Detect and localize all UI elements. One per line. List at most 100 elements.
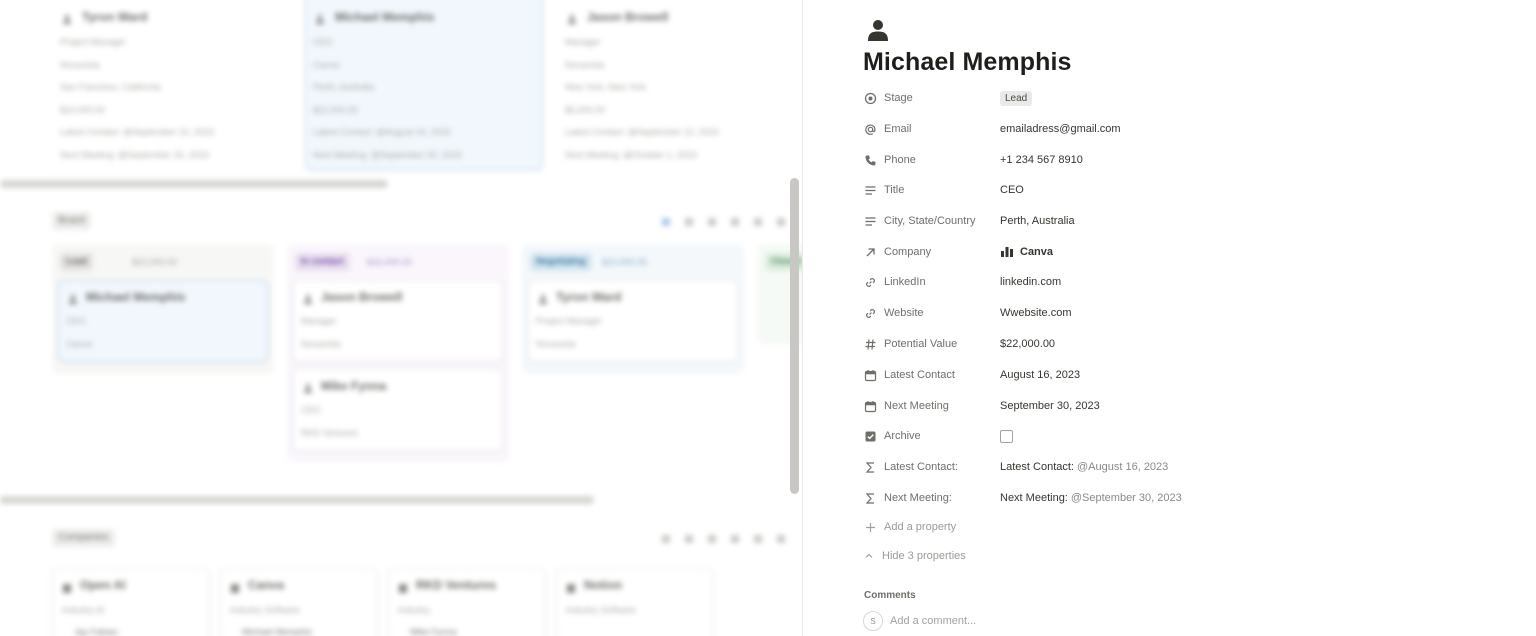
property-row-latest_contact[interactable]: Latest Contact August 16, 2023 (863, 363, 1503, 387)
property-name-potential_value[interactable]: Potential Value (863, 337, 1000, 351)
date-mention[interactable]: @August 16, 2023 (1077, 461, 1168, 473)
toolbar-icon[interactable] (685, 218, 693, 226)
comment-composer[interactable]: S Add a comment... (863, 611, 976, 631)
property-row-archive[interactable]: Archive (863, 424, 1503, 448)
archive-checkbox[interactable] (1000, 429, 1013, 443)
horizontal-scrollbar[interactable] (0, 496, 594, 504)
comment-input[interactable]: Add a comment... (890, 615, 976, 627)
toolbar-icon[interactable] (731, 218, 739, 226)
board-card-line: RKD Ventures (301, 428, 359, 438)
company-link[interactable]: Canva (1020, 246, 1053, 258)
property-row-stage[interactable]: Stage Lead (863, 86, 1503, 110)
property-name-phone[interactable]: Phone (863, 153, 1000, 167)
property-row-company[interactable]: Company Canva (863, 240, 1503, 264)
column-status-chip[interactable]: Negotiating (530, 253, 592, 271)
toolbar-icon[interactable] (708, 535, 716, 543)
toolbar-icon[interactable] (731, 535, 739, 543)
toolbar-icon[interactable] (754, 218, 762, 226)
column-status-chip[interactable]: Lead (60, 253, 94, 271)
board-card-name: Jason Browell (321, 290, 403, 304)
person-icon[interactable] (865, 17, 891, 43)
property-value-email[interactable]: emailadress@gmail.com (1000, 123, 1121, 135)
page-title[interactable]: Michael Memphis (863, 48, 1072, 77)
property-row-city[interactable]: City, State/Country Perth, Australia (863, 209, 1503, 233)
property-name-next_meeting_formula[interactable]: Next Meeting: (863, 491, 1000, 505)
building-icon (398, 580, 408, 598)
property-value-phone[interactable]: +1 234 567 8910 (1000, 154, 1083, 166)
toolbar-icon[interactable] (777, 535, 785, 543)
toolbar-icon[interactable] (662, 218, 670, 226)
property-value-archive[interactable] (1000, 429, 1013, 443)
property-row-next_meeting[interactable]: Next Meeting September 30, 2023 (863, 394, 1503, 418)
property-value-latest_contact_formula[interactable]: Latest Contact: @August 16, 2023 (1000, 461, 1168, 473)
company-card[interactable] (220, 568, 378, 636)
property-row-phone[interactable]: Phone +1 234 567 8910 (863, 148, 1503, 172)
property-name-website[interactable]: Website (863, 306, 1000, 320)
toolbar-icon[interactable] (777, 218, 785, 226)
gallery-card-line: $22,000.00 (313, 104, 359, 115)
property-name-title[interactable]: Title (863, 183, 1000, 197)
column-status-chip[interactable]: In contact (295, 253, 350, 271)
property-value-latest_contact[interactable]: August 16, 2023 (1000, 369, 1080, 381)
property-value-next_meeting_formula[interactable]: Next Meeting: @September 30, 2023 (1000, 492, 1182, 504)
add-property-button[interactable]: Add a property (863, 520, 956, 534)
property-name-email[interactable]: Email (863, 122, 1000, 136)
horizontal-scrollbar[interactable] (0, 180, 388, 188)
building-icon (62, 580, 72, 598)
property-row-potential_value[interactable]: Potential Value $22,000.00 (863, 332, 1503, 356)
board-view-label: Board (58, 215, 85, 226)
column-total: $22,000.00 (132, 257, 178, 267)
property-row-latest_contact_formula[interactable]: Latest Contact: Latest Contact: @August 16… (863, 455, 1503, 479)
property-name-archive[interactable]: Archive (863, 429, 1000, 443)
property-value-potential_value[interactable]: $22,000.00 (1000, 338, 1055, 350)
gallery-card-line: Project Manager (60, 37, 127, 47)
property-label: Email (884, 123, 912, 135)
property-value-website[interactable]: Wwebsite.com (1000, 307, 1072, 319)
stage-tag[interactable]: Lead (1000, 90, 1033, 106)
property-row-email[interactable]: Email emailadress@gmail.com (863, 117, 1503, 141)
company-card[interactable] (52, 568, 210, 636)
person-icon (303, 380, 313, 398)
checkbox-icon (863, 429, 877, 443)
vertical-scrollbar[interactable] (790, 178, 799, 494)
property-name-latest_contact_formula[interactable]: Latest Contact: (863, 460, 1000, 474)
property-value-next_meeting[interactable]: September 30, 2023 (1000, 400, 1100, 412)
board-card-name: Tyron Ward (556, 290, 622, 304)
toolbar-icon[interactable] (662, 535, 670, 543)
board-view-tab[interactable]: Board (52, 212, 91, 230)
property-value-linkedin[interactable]: linkedin.com (1000, 276, 1061, 288)
toolbar-icon[interactable] (754, 535, 762, 543)
gallery-card-name: Jason Browell (587, 10, 669, 24)
person-icon (68, 291, 78, 309)
property-name-latest_contact[interactable]: Latest Contact (863, 368, 1000, 382)
property-value-stage[interactable]: Lead (1000, 90, 1033, 106)
property-text: September 30, 2023 (1000, 400, 1100, 412)
property-row-title[interactable]: Title CEO (863, 178, 1503, 202)
date-mention[interactable]: @September 30, 2023 (1071, 492, 1182, 504)
calendar-icon (863, 368, 877, 382)
column-total: $16,000.00 (367, 257, 413, 267)
gallery-card-line: Manager (565, 37, 601, 47)
gallery-card-name: Michael Memphis (335, 10, 435, 24)
gallery-card-line: $5,000.00 (565, 104, 606, 115)
hide-properties-button[interactable]: Hide 3 properties (863, 549, 966, 563)
property-value-city[interactable]: Perth, Australia (1000, 215, 1075, 227)
property-value-company[interactable]: Canva (1000, 246, 1053, 258)
property-name-company[interactable]: Company (863, 245, 1000, 259)
text-lines-icon (863, 183, 877, 197)
sigma-icon (863, 491, 877, 505)
property-row-website[interactable]: Website Wwebsite.com (863, 301, 1503, 325)
property-name-stage[interactable]: Stage (863, 91, 1000, 105)
property-name-city[interactable]: City, State/Country (863, 214, 1000, 228)
company-card[interactable] (556, 568, 714, 636)
property-row-linkedin[interactable]: LinkedIn linkedin.com (863, 270, 1503, 294)
formula-prefix: Next Meeting: (1000, 492, 1068, 504)
companies-view-tab[interactable]: Companies (52, 529, 115, 547)
company-card-name: Open AI (80, 578, 126, 592)
property-name-next_meeting[interactable]: Next Meeting (863, 399, 1000, 413)
property-value-title[interactable]: CEO (1000, 184, 1024, 196)
toolbar-icon[interactable] (685, 535, 693, 543)
toolbar-icon[interactable] (708, 218, 716, 226)
property-name-linkedin[interactable]: LinkedIn (863, 275, 1000, 289)
property-row-next_meeting_formula[interactable]: Next Meeting: Next Meeting: @September 30,… (863, 486, 1503, 510)
